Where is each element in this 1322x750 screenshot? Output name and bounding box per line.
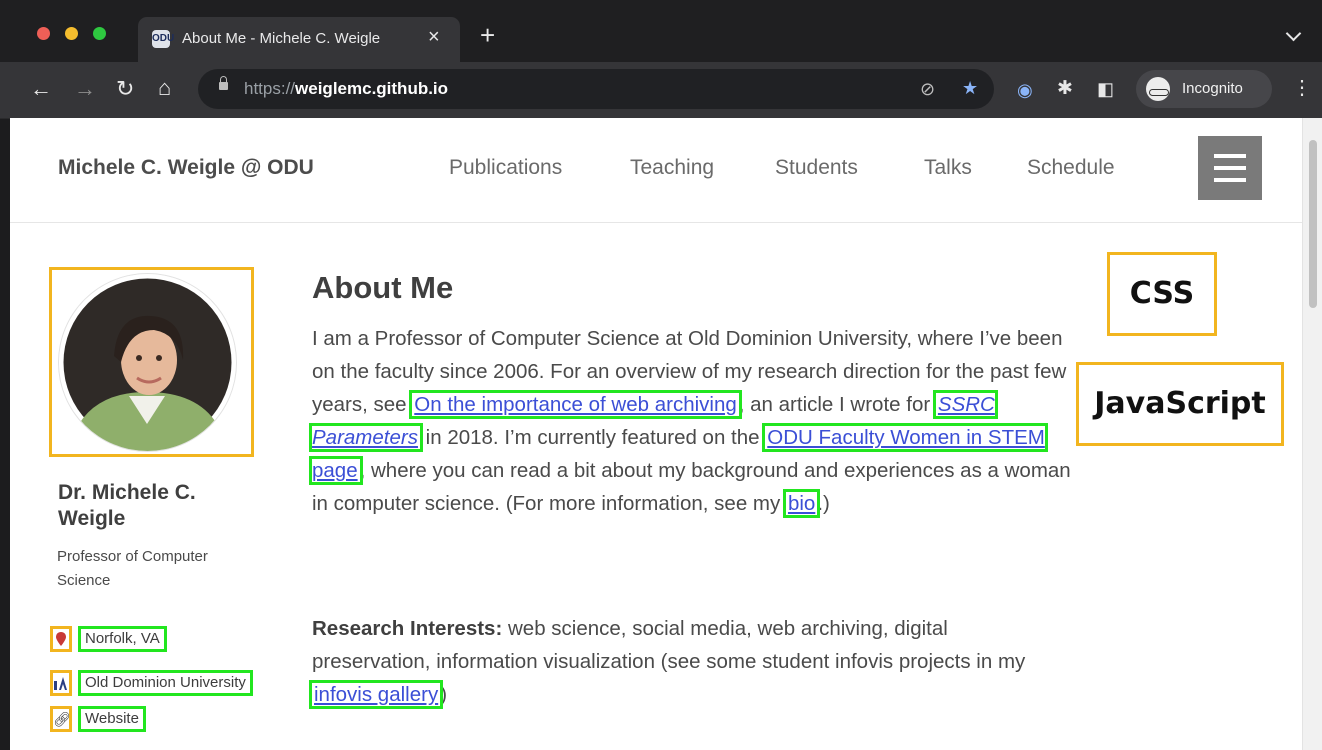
lock-icon[interactable] [219, 76, 228, 90]
university-link[interactable]: Old Dominion University [78, 670, 253, 696]
tab-search-chevron-icon[interactable] [1285, 25, 1302, 42]
browser-titlebar: ODU About Me - Michele C. Weigle × + [0, 0, 1322, 62]
forward-icon[interactable]: → [74, 78, 96, 100]
favicon-icon: ODU [152, 30, 174, 48]
paragraph-text: ) [440, 683, 448, 706]
eye-off-icon[interactable]: ⊘ [920, 80, 935, 98]
maximize-window-button[interactable] [93, 27, 106, 40]
nav-students[interactable]: Students [775, 156, 858, 180]
javascript-annotation-label: JavaScript [1076, 362, 1284, 446]
incognito-badge[interactable]: Incognito [1136, 70, 1272, 108]
browser-tab[interactable]: ODU About Me - Michele C. Weigle × [138, 17, 460, 62]
importance-web-archiving-link[interactable]: On the importance of web archiving [409, 390, 742, 419]
nav-teaching[interactable]: Teaching [630, 156, 714, 180]
incognito-icon [1146, 77, 1170, 101]
avatar [59, 274, 236, 451]
paragraph-text: , an article I wrote for [738, 393, 931, 416]
back-icon[interactable]: ← [30, 78, 52, 100]
paragraph-text: .) [817, 492, 830, 515]
paragraph-text: in 2018. I’m currently featured on the [425, 426, 760, 449]
site-title[interactable]: Michele C. Weigle @ ODU [58, 156, 314, 180]
about-paragraph: I am a Professor of Computer Science at … [309, 322, 1072, 520]
author-name: Dr. Michele C. Weigle [58, 481, 196, 530]
new-tab-button[interactable]: + [480, 22, 495, 48]
address-bar[interactable]: https://weiglemc.github.io ⊘ ★ [198, 69, 994, 109]
page-viewport: Michele C. Weigle @ ODU Publications Tea… [10, 118, 1302, 750]
bio-link[interactable]: bio [782, 489, 821, 518]
nav-talks[interactable]: Talks [924, 156, 972, 180]
home-icon[interactable]: ⌂ [158, 77, 171, 99]
minimize-window-button[interactable] [65, 27, 78, 40]
location-text: Norfolk, VA [78, 626, 167, 652]
site-header: Michele C. Weigle @ ODU Publications Tea… [10, 118, 1302, 223]
paragraph-text: , where you can read a bit about my back… [312, 459, 1071, 515]
reload-icon[interactable]: ↻ [116, 78, 134, 100]
hamburger-menu-icon[interactable] [1198, 136, 1262, 200]
css-annotation-label: CSS [1107, 252, 1217, 336]
extension-icon[interactable]: ◉ [1017, 79, 1033, 101]
close-window-button[interactable] [37, 27, 50, 40]
scrollbar-thumb[interactable] [1309, 140, 1317, 308]
close-tab-icon[interactable]: × [428, 26, 440, 49]
vertical-scrollbar[interactable] [1302, 118, 1322, 750]
author-bio: Professor of Computer Science [57, 548, 208, 589]
sidepanel-icon[interactable]: ◧ [1097, 78, 1114, 100]
website-link[interactable]: Website [78, 706, 146, 732]
link-icon: 🔗︎ [50, 706, 72, 732]
url-text[interactable]: https://weiglemc.github.io [244, 79, 448, 99]
research-interests-label: Research Interests: [312, 617, 503, 640]
research-interests-paragraph: Research Interests: web science, social … [308, 612, 1072, 711]
infovis-gallery-link[interactable]: infovis gallery [308, 680, 444, 709]
kebab-menu-icon[interactable]: ⋮ [1292, 77, 1312, 99]
map-pin-icon [50, 626, 72, 652]
tab-title: About Me - Michele C. Weigle [182, 30, 381, 47]
nav-schedule[interactable]: Schedule [1027, 156, 1115, 180]
nav-publications[interactable]: Publications [449, 156, 562, 180]
university-icon [50, 670, 72, 696]
browser-toolbar: ← → ↻ ⌂ https://weiglemc.github.io ⊘ ★ ◉… [0, 62, 1322, 119]
page-title: About Me [312, 270, 454, 305]
incognito-label: Incognito [1182, 80, 1243, 97]
puzzle-icon[interactable]: ✱ [1057, 78, 1073, 100]
star-icon[interactable]: ★ [962, 79, 978, 97]
